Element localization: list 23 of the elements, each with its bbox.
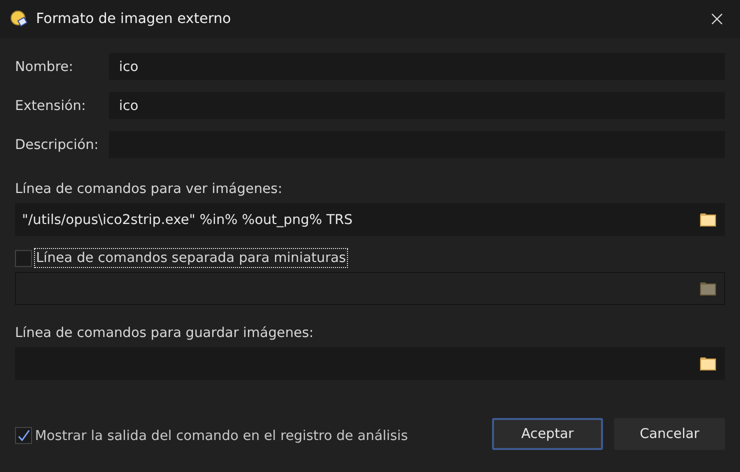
browse-button[interactable] (700, 356, 716, 371)
checkbox-label[interactable]: Mostrar la salida del comando en el registro de análisis (35, 428, 408, 444)
checkbox[interactable] (15, 427, 32, 444)
checkbox-label[interactable]: Línea de comandos separada para miniaturas (34, 248, 348, 268)
field-label: Nombre: (15, 58, 74, 74)
close-icon (711, 13, 723, 25)
section-label: Línea de comandos para guardar imágenes: (15, 325, 315, 341)
browse-button[interactable] (700, 212, 716, 227)
field-label: Descripción: (15, 136, 100, 152)
folder-icon (700, 356, 716, 371)
section-label: Línea de comandos para ver imágenes: (15, 181, 284, 197)
folder-icon (700, 281, 716, 296)
folder-icon (700, 212, 716, 227)
cancel-button[interactable]: Cancelar (614, 418, 725, 450)
field-label: Extensión: (15, 98, 87, 114)
window-title: Formato de imagen externo (36, 11, 232, 27)
app-icon (10, 10, 28, 28)
ok-button[interactable]: Aceptar (492, 418, 603, 450)
input-field[interactable]: ico (109, 53, 725, 80)
checkbox[interactable] (15, 250, 32, 266)
input-field[interactable]: "/utils/opus\ico2strip.exe" %in% %out_png% TRS (15, 203, 725, 236)
input-field[interactable]: ico (109, 92, 725, 119)
input-field[interactable] (15, 347, 725, 380)
